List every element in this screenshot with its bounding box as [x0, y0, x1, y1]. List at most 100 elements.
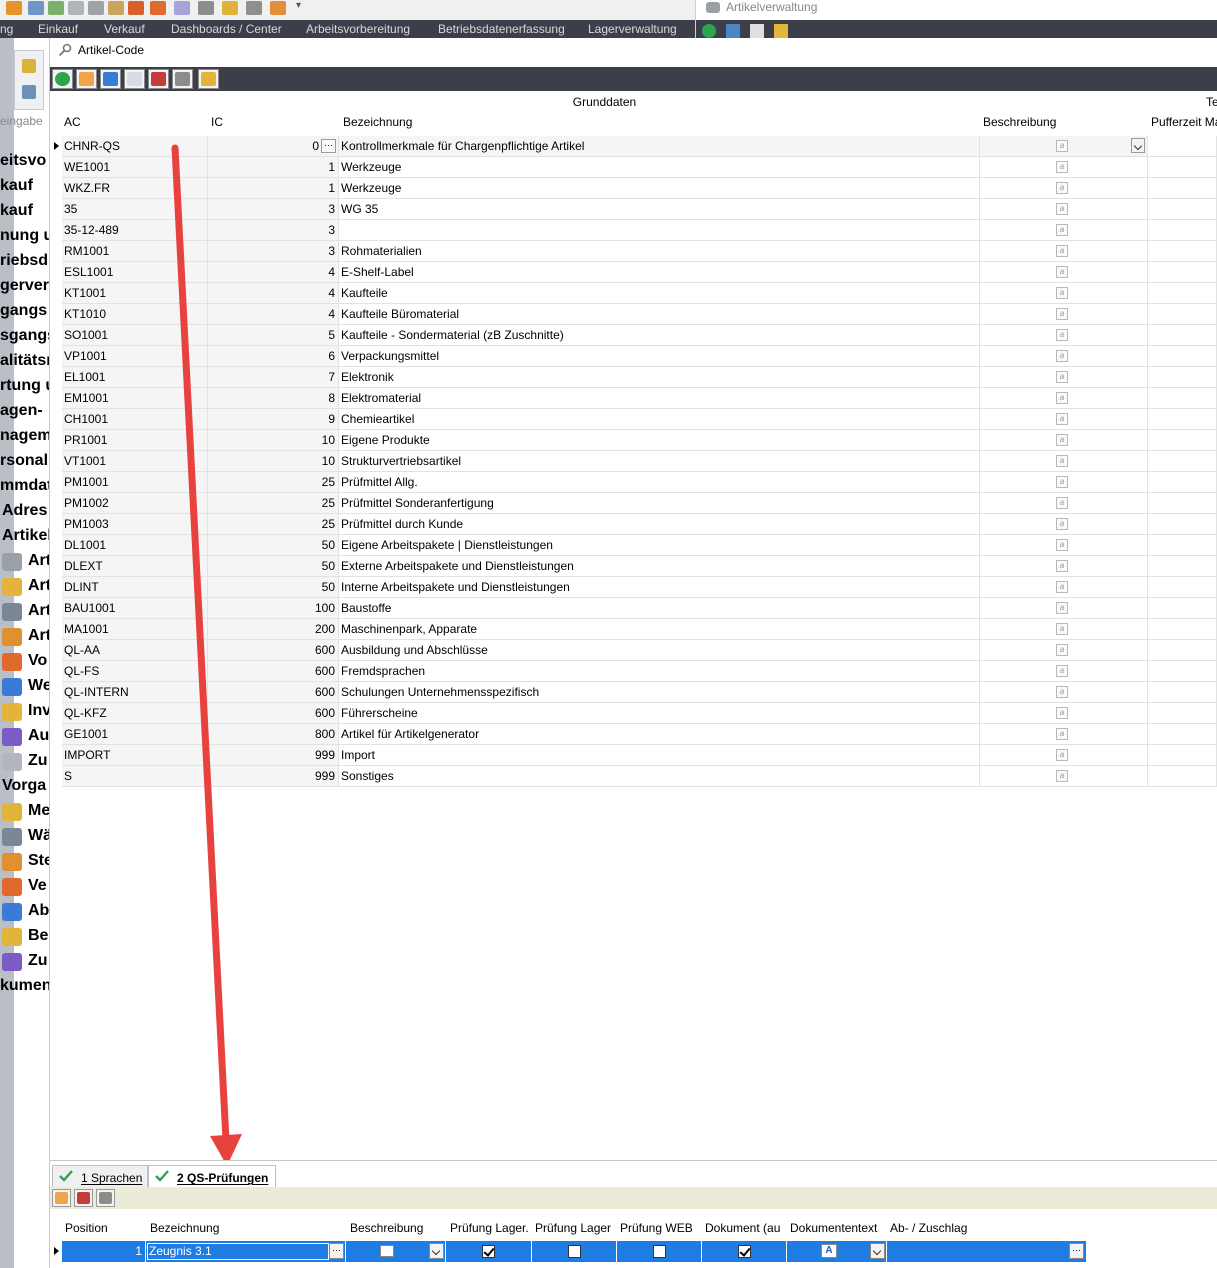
cell-ac[interactable]: PM1001	[62, 472, 208, 493]
row-indicator[interactable]	[50, 346, 62, 367]
table-row[interactable]: EM1001 8 Elektromaterial a	[50, 388, 1217, 409]
cell-beschreibung[interactable]: a	[980, 577, 1148, 598]
cell-ac[interactable]: QL-INTERN	[62, 682, 208, 703]
cell-pufferzeit[interactable]	[1148, 703, 1217, 724]
cell-beschreibung[interactable]: a	[980, 514, 1148, 535]
table-row[interactable]: PM1003 25 Prüfmittel durch Kunde a	[50, 514, 1217, 535]
pruefung-lager-1-checkbox[interactable]	[482, 1245, 495, 1258]
cell-pufferzeit[interactable]	[1148, 493, 1217, 514]
cell-ac[interactable]: DL1001	[62, 535, 208, 556]
nav-search-hint[interactable]: eingabe	[0, 114, 43, 128]
search-button[interactable]	[198, 69, 219, 89]
cell-ac[interactable]: ESL1001	[62, 262, 208, 283]
copy-button[interactable]	[124, 69, 145, 89]
table-row[interactable]: WKZ.FR 1 Werkzeuge a	[50, 178, 1217, 199]
cell-beschreibung[interactable]: a	[980, 241, 1148, 262]
cell-ic[interactable]: 200	[208, 619, 339, 640]
cell-bezeichnung[interactable]: Kaufteile - Sondermaterial (zB Zuschnitt…	[339, 325, 980, 346]
app-icon-7[interactable]	[128, 1, 144, 15]
cell-ic[interactable]: 8	[208, 388, 339, 409]
table-row[interactable]: KT1001 4 Kaufteile a	[50, 283, 1217, 304]
app-icon-2[interactable]	[28, 1, 44, 15]
cell-beschreibung[interactable]: a	[980, 262, 1148, 283]
find-icon[interactable]	[774, 24, 788, 38]
cell-pufferzeit[interactable]	[1148, 388, 1217, 409]
cell-ac[interactable]: PM1002	[62, 493, 208, 514]
app-icon-10[interactable]	[198, 1, 214, 15]
cell-bezeichnung[interactable]: Prüfmittel Allg.	[339, 472, 980, 493]
cell-beschreibung[interactable]: a	[980, 346, 1148, 367]
ab-zuschlag-ellipsis-button[interactable]: ···	[1069, 1243, 1084, 1259]
cell-pufferzeit[interactable]	[1148, 304, 1217, 325]
cell-ic[interactable]: 1	[208, 178, 339, 199]
cell-ac[interactable]: 35	[62, 199, 208, 220]
cell-beschreibung[interactable]: a	[980, 724, 1148, 745]
cell-ac[interactable]: QL-AA	[62, 640, 208, 661]
row-indicator[interactable]	[50, 703, 62, 724]
cell-ac[interactable]: VP1001	[62, 346, 208, 367]
cell-pufferzeit[interactable]	[1148, 430, 1217, 451]
app-icon-8[interactable]	[150, 1, 166, 15]
cell-bezeichnung[interactable]: Rohmaterialien	[339, 241, 980, 262]
table-row[interactable]: IMPORT 999 Import a	[50, 745, 1217, 766]
cell-bezeichnung[interactable]: Externe Arbeitspakete und Dienstleistung…	[339, 556, 980, 577]
cell-ic[interactable]: 3	[208, 199, 339, 220]
beschreibung-dropdown-button[interactable]	[1131, 138, 1145, 153]
cell-ac[interactable]: BAU1001	[62, 598, 208, 619]
table-row[interactable]: SO1001 5 Kaufteile - Sondermaterial (zB Zu…	[50, 325, 1217, 346]
cell-bezeichnung[interactable]: WG 35	[339, 199, 980, 220]
qs-row-selected[interactable]: 1 Zeugnis 3.1 ··· A ···	[62, 1241, 1086, 1262]
cell-ic[interactable]: 3	[208, 241, 339, 262]
cell-pufferzeit[interactable]	[1148, 346, 1217, 367]
cell-pufferzeit[interactable]	[1148, 241, 1217, 262]
cell-pufferzeit[interactable]	[1148, 661, 1217, 682]
cell-bezeichnung[interactable]: Kontrollmerkmale für Chargenpflichtige A…	[339, 136, 980, 157]
cell-ac[interactable]: QL-KFZ	[62, 703, 208, 724]
dokumententext-dropdown-button[interactable]	[870, 1243, 885, 1259]
cell-beschreibung[interactable]: a	[980, 493, 1148, 514]
cell-bezeichnung[interactable]: Import	[339, 745, 980, 766]
cell-ic[interactable]: 5	[208, 325, 339, 346]
cell-bezeichnung[interactable]: Chemieartikel	[339, 409, 980, 430]
row-indicator[interactable]	[50, 682, 62, 703]
row-indicator[interactable]	[50, 157, 62, 178]
sub-col-position[interactable]: Position	[65, 1221, 147, 1241]
cell-pufferzeit[interactable]	[1148, 472, 1217, 493]
row-indicator[interactable]	[50, 619, 62, 640]
ic-ellipsis-button[interactable]: ···	[321, 139, 336, 153]
app-icon-6[interactable]	[108, 1, 124, 15]
cell-bezeichnung[interactable]: Elektronik	[339, 367, 980, 388]
cell-ac[interactable]: IMPORT	[62, 745, 208, 766]
cell-bezeichnung[interactable]: Werkzeuge	[339, 178, 980, 199]
sub-col-pruefung-web[interactable]: Prüfung WEB	[620, 1221, 703, 1241]
database-icon[interactable]	[22, 59, 36, 73]
cell-pufferzeit[interactable]	[1148, 745, 1217, 766]
cell-pufferzeit[interactable]	[1148, 724, 1217, 745]
link-button[interactable]	[172, 69, 193, 89]
cell-ic[interactable]: 9	[208, 409, 339, 430]
table-row[interactable]: PM1002 25 Prüfmittel Sonderanfertigung a	[50, 493, 1217, 514]
cell-pufferzeit[interactable]	[1148, 199, 1217, 220]
cell-ac[interactable]: QL-FS	[62, 661, 208, 682]
app-icon-3[interactable]	[48, 1, 64, 15]
sub-col-bezeichnung[interactable]: Bezeichnung	[150, 1221, 346, 1241]
cell-bezeichnung[interactable]: Artikel für Artikelgenerator	[339, 724, 980, 745]
table-row[interactable]: CH1001 9 Chemieartikel a	[50, 409, 1217, 430]
row-indicator[interactable]	[50, 430, 62, 451]
menu-item-einkauf[interactable]: Einkauf	[38, 22, 78, 36]
ok-icon[interactable]	[702, 24, 716, 38]
table-row[interactable]: CHNR-QS 0 ··· Kontrollmerkmale für Chargenp…	[50, 136, 1217, 157]
cell-pufferzeit[interactable]	[1148, 178, 1217, 199]
cell-bezeichnung[interactable]: E-Shelf-Label	[339, 262, 980, 283]
cell-bezeichnung[interactable]: Prüfmittel Sonderanfertigung	[339, 493, 980, 514]
table-row[interactable]: QL-INTERN 600 Schulungen Unternehmensspezi…	[50, 682, 1217, 703]
cell-beschreibung[interactable]: a	[980, 640, 1148, 661]
cell-beschreibung[interactable]: a	[980, 556, 1148, 577]
row-indicator[interactable]	[50, 724, 62, 745]
cell-ac[interactable]: PR1001	[62, 430, 208, 451]
table-row[interactable]: GE1001 800 Artikel für Artikelgenerator a	[50, 724, 1217, 745]
row-indicator[interactable]	[50, 745, 62, 766]
menu-item-arbeitsvorbereitung[interactable]: Arbeitsvorbereitung	[306, 22, 410, 36]
cell-ic[interactable]: 50	[208, 535, 339, 556]
cell-pufferzeit[interactable]	[1148, 367, 1217, 388]
